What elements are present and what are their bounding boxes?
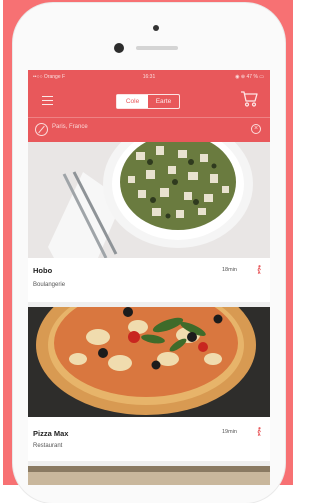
restaurant-photo-next[interactable] — [28, 466, 270, 485]
app-header: ••○○ Orange F 16:31 ◉ ⊕ 47 % ▭ Cole Eart… — [28, 70, 270, 142]
camera-lens — [114, 43, 124, 53]
tab-earte[interactable]: Earte — [148, 95, 179, 108]
filter-icon — [35, 123, 48, 136]
clear-icon[interactable]: × — [251, 124, 261, 134]
tab-cole[interactable]: Cole — [117, 95, 148, 108]
restaurant-photo-pizza-max[interactable] — [28, 307, 270, 417]
delivery-time: 18min — [222, 267, 237, 273]
cart-icon[interactable] — [240, 90, 258, 108]
restaurant-card-pizza-max[interactable]: Pizza Max 19min Restaurant — [28, 417, 270, 461]
mode-segmented-control: Cole Earte — [116, 94, 180, 109]
status-bar: ••○○ Orange F 16:31 ◉ ⊕ 47 % ▭ — [28, 70, 270, 84]
walking-icon — [257, 265, 261, 274]
delivery-time: 19min — [222, 429, 237, 435]
menu-icon[interactable] — [42, 96, 53, 105]
restaurant-photo-hobo[interactable] — [28, 142, 270, 258]
status-time: 16:31 — [142, 74, 156, 80]
restaurant-name: Hobo — [33, 266, 53, 275]
location-filter-bar[interactable]: Paris, France × — [28, 117, 270, 142]
walking-icon — [257, 427, 261, 436]
battery-status: ◉ ⊕ 47 % ▭ — [235, 74, 264, 80]
front-camera — [153, 25, 159, 31]
earpiece-speaker — [136, 46, 178, 50]
restaurant-type: Boulangerie — [33, 282, 66, 288]
app-screen: ••○○ Orange F 16:31 ◉ ⊕ 47 % ▭ Cole Eart… — [28, 70, 270, 485]
restaurant-type: Restaurant — [33, 443, 63, 449]
restaurant-card-hobo[interactable]: Hobo 18min Boulangerie — [28, 258, 270, 302]
location-filter-text: Paris, France — [52, 124, 88, 130]
restaurant-name: Pizza Max — [33, 429, 69, 438]
